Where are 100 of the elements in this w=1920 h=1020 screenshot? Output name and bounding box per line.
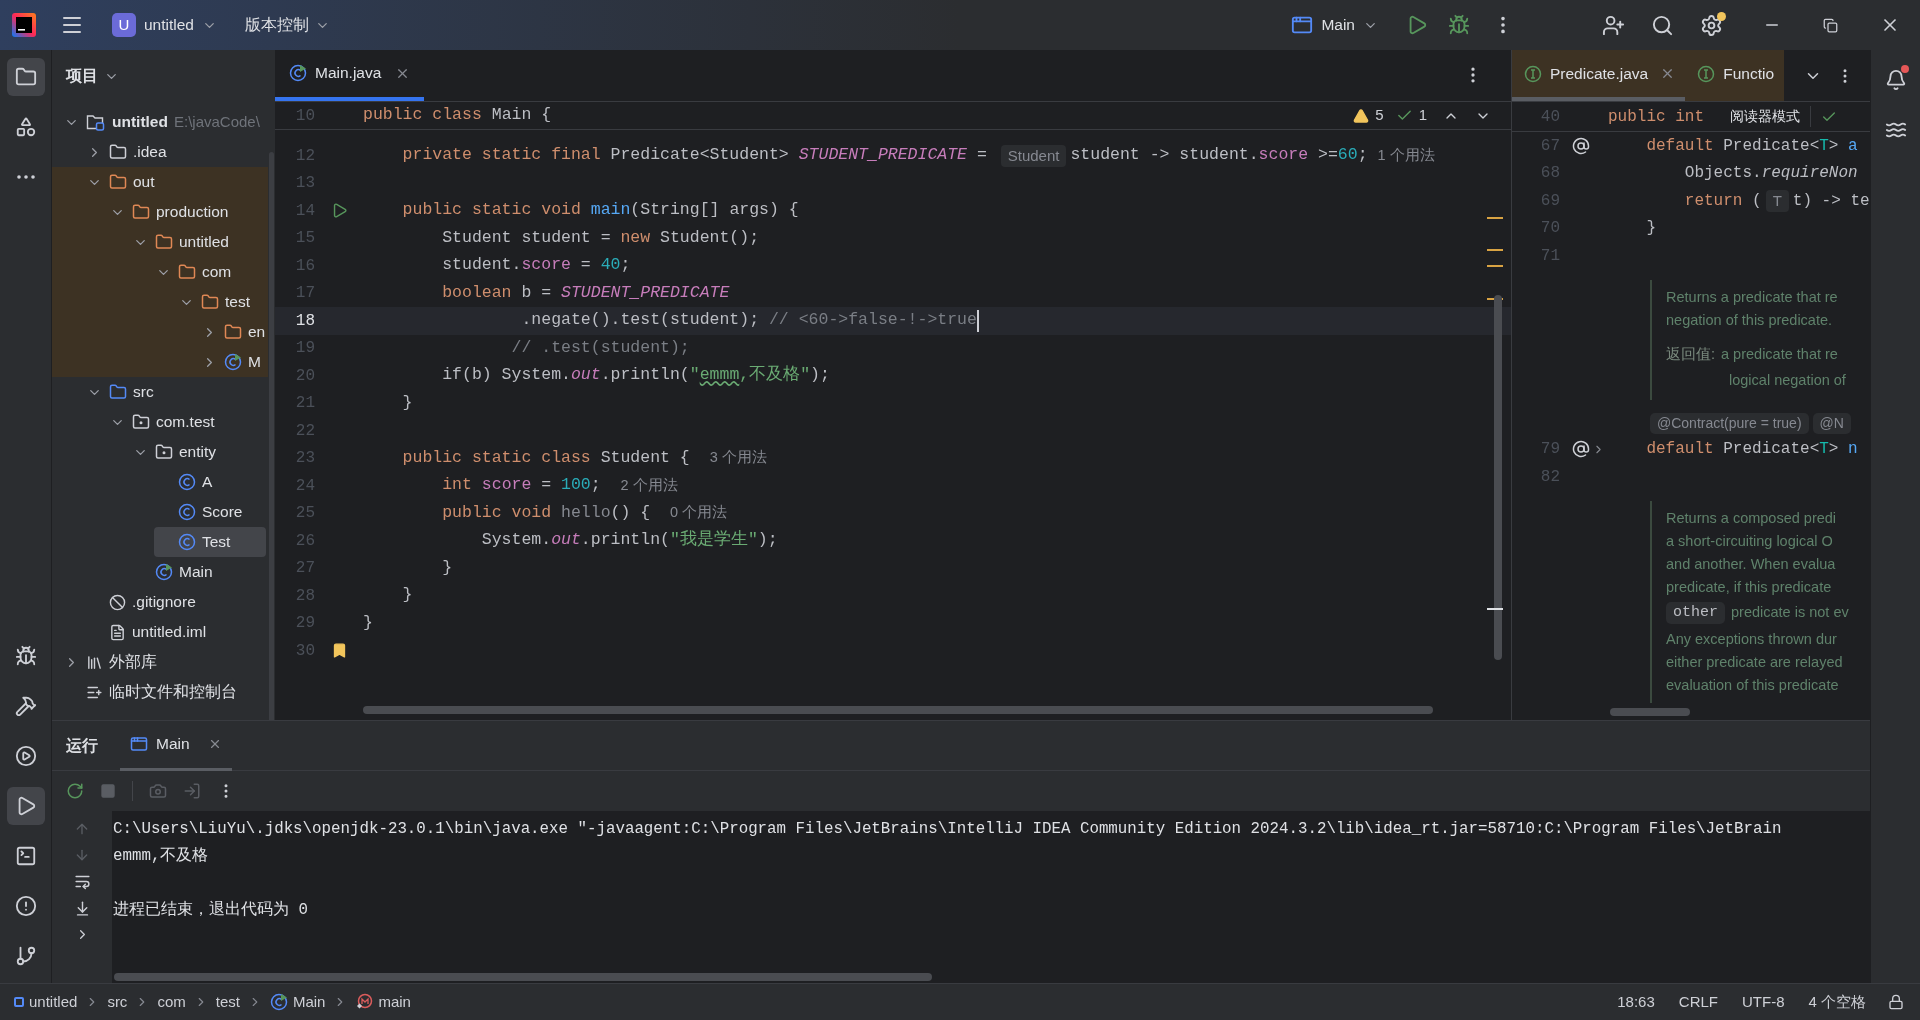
add-user-icon[interactable] <box>1602 13 1625 37</box>
terminal-icon <box>14 845 37 867</box>
folder-icon <box>109 173 127 191</box>
status-item[interactable]: 4 个空格 <box>1796 990 1878 1014</box>
scrollbar-thumb[interactable] <box>363 706 1433 714</box>
code-text: } <box>1645 218 1656 240</box>
soft-wrap-icon[interactable] <box>73 873 91 890</box>
caret-position-mark <box>1487 608 1503 610</box>
status-item[interactable]: CRLF <box>1666 990 1730 1014</box>
breadcrumb[interactable]: src <box>107 990 128 1014</box>
console-line: emmm,不及格 <box>113 846 210 867</box>
breadcrumb[interactable]: untitled <box>14 990 78 1014</box>
code-text: int score = 100; <box>441 474 602 497</box>
module-icon <box>14 997 24 1007</box>
search-icon[interactable] <box>1651 13 1674 37</box>
inspection-widget[interactable]: 5 1 <box>1353 104 1491 127</box>
restore-icon[interactable] <box>1823 17 1838 33</box>
class-icon <box>178 503 196 521</box>
breadcrumb[interactable]: main <box>355 990 411 1014</box>
debug-icon <box>14 645 37 667</box>
usage-hint[interactable]: 1 个用法 <box>1377 144 1435 167</box>
reader-mode-button[interactable]: 阅读器模式 <box>1730 106 1811 127</box>
vcs-menu[interactable]: 版本控制 <box>239 8 336 42</box>
implemented-icon[interactable] <box>1572 136 1590 155</box>
editor-tab[interactable]: Functio <box>1685 50 1785 101</box>
editor-tab[interactable]: Main.java <box>275 49 425 101</box>
line-number: 18 <box>294 310 315 332</box>
class-icon <box>269 993 288 1011</box>
class-icon <box>178 533 196 551</box>
project-selector[interactable]: U untitled <box>106 8 223 42</box>
run-icon[interactable] <box>331 202 348 220</box>
doc-text: Returns a composed predi <box>1666 508 1838 528</box>
tree-item[interactable]: untitled.iml <box>85 617 268 647</box>
annotation-hint[interactable]: @Contract(pure = true) <box>1650 413 1809 434</box>
code-chip: other <box>1666 601 1725 625</box>
implemented-icon[interactable] <box>1572 440 1590 459</box>
app-logo[interactable] <box>12 13 36 37</box>
interface-icon <box>1524 64 1542 83</box>
tree-item[interactable]: Main <box>131 557 268 587</box>
tree-item[interactable]: untitled E:\javaCode\ <box>62 107 268 137</box>
class-icon <box>289 64 307 82</box>
tree-item[interactable]: Score <box>154 497 268 527</box>
tree-item[interactable]: .idea <box>85 137 268 167</box>
module-folder-icon <box>86 113 106 131</box>
tree-item[interactable]: com.test <box>108 407 268 437</box>
folder-icon <box>109 143 127 161</box>
doc-text: and another. When evalua <box>1666 554 1837 574</box>
tree-item[interactable]: A <box>154 467 268 497</box>
tool-window-button[interactable] <box>6 58 45 96</box>
usage-hint[interactable]: 0 个用法 <box>670 502 728 525</box>
text-caret <box>976 309 979 332</box>
breadcrumb[interactable]: Main <box>269 990 326 1014</box>
window-icon <box>130 735 148 753</box>
console-line: 进程已结束，退出代码为 0 <box>113 900 309 921</box>
settings-icon[interactable] <box>1700 13 1723 37</box>
notifications-icon <box>1884 69 1907 91</box>
tool-window-button[interactable] <box>6 787 45 825</box>
scrollbar-thumb[interactable] <box>114 973 932 981</box>
console-line: C:\Users\LiuYu\.jdks\openjdk-23.0.1\bin\java.exe "-javaagent:C:\Program Files\JetBrains\IntelliJ IDEA Community Edition 2024.3.2\lib\idea_rt.jar=58710:C:\Program Files\JetBrain <box>113 819 1782 840</box>
scrollbar-thumb[interactable] <box>1610 708 1690 716</box>
scrollbar-thumb[interactable] <box>1494 295 1502 660</box>
code-text: public static class Student { <box>401 446 691 469</box>
panel-title[interactable]: 项目 <box>66 64 119 88</box>
annotation-hint[interactable]: @N <box>1812 413 1851 434</box>
panel-title: 运行 <box>66 735 98 756</box>
status-item[interactable]: UTF-8 <box>1730 990 1797 1014</box>
tree-item[interactable]: .gitignore <box>85 587 268 617</box>
tree-item[interactable]: 临时文件和控制台 <box>62 677 268 707</box>
debug-icon[interactable] <box>1448 14 1470 36</box>
code-text: Objects.requireNon <box>1683 163 1858 185</box>
folder-icon <box>132 203 150 221</box>
run-config-selector[interactable]: Main <box>1285 8 1384 42</box>
doc-text: evaluation of this predicate <box>1666 675 1840 695</box>
folder-icon <box>178 263 196 281</box>
doc-text: negation of this predicate. <box>1666 310 1834 330</box>
editor-tab[interactable]: Predicate.java <box>1512 50 1686 101</box>
status-item[interactable]: 18:63 <box>1605 990 1667 1014</box>
code-text: if(b) System.out.println("emmm,不及格"); <box>441 364 830 387</box>
code-text: } <box>441 556 453 579</box>
type-hint: T <box>1765 189 1789 212</box>
tree-item[interactable]: Test <box>154 527 266 557</box>
folder-icon <box>224 323 242 341</box>
tree-item[interactable]: 外部库 <box>62 647 268 677</box>
scrollbar-thumb[interactable] <box>269 152 274 720</box>
package-icon <box>132 413 150 431</box>
tree-item[interactable]: src <box>85 377 268 407</box>
doc-text: Returns a predicate that re <box>1666 287 1839 307</box>
lock-icon[interactable] <box>1888 994 1904 1010</box>
breadcrumb[interactable]: test <box>215 990 240 1014</box>
breadcrumb[interactable]: com <box>157 990 186 1014</box>
weak-warning-count: 1 <box>1418 105 1427 126</box>
ignore-file-icon <box>109 593 126 611</box>
class-icon <box>155 563 173 581</box>
code-text: boolean b = STUDENT_PREDICATE <box>441 281 730 304</box>
doc-text: a predicate that re <box>1721 345 1838 365</box>
usage-hint[interactable]: 2 个用法 <box>620 474 678 497</box>
code-text: default Predicate<T> n <box>1645 439 1858 461</box>
tree-item[interactable]: entity <box>131 437 268 467</box>
rerun-icon[interactable] <box>66 782 84 800</box>
usage-hint[interactable]: 3 个用法 <box>709 447 767 470</box>
